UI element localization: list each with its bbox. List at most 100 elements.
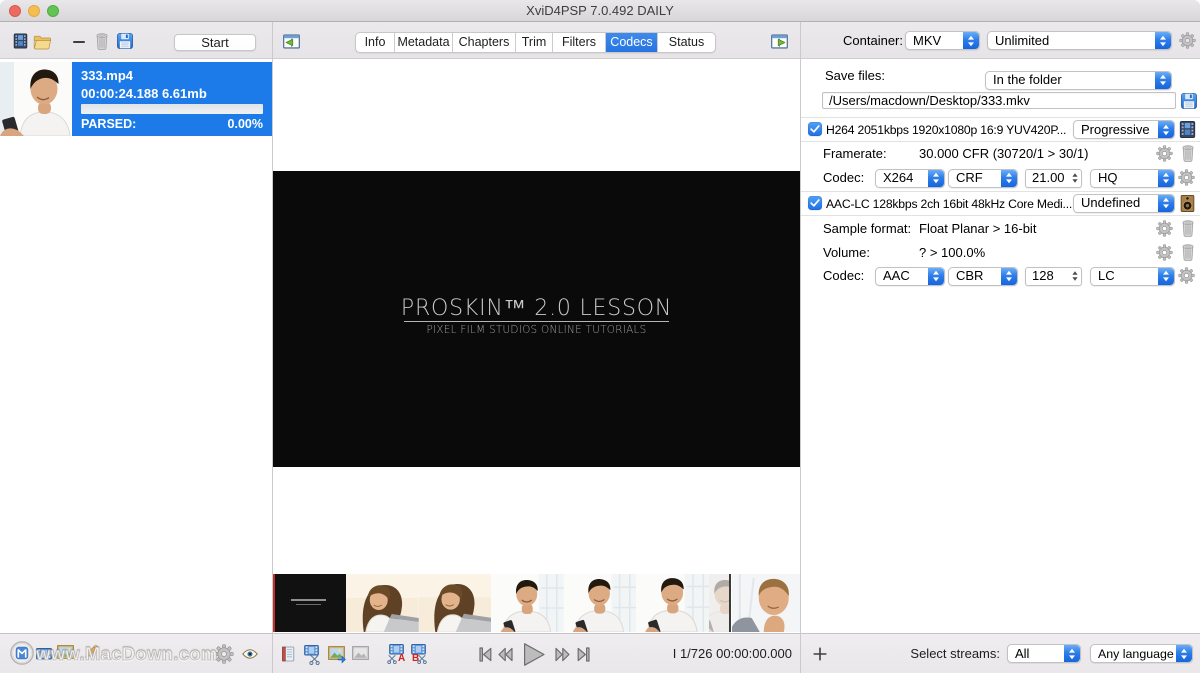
row-separator [801, 141, 1200, 142]
export-frame-icon[interactable] [328, 646, 347, 664]
film-cells-icon[interactable] [36, 648, 52, 660]
tab-status[interactable]: Status [658, 33, 715, 52]
chevrons-icon [1158, 268, 1174, 285]
save-path-field[interactable]: /Users/macdown/Desktop/333.mkv [822, 92, 1176, 109]
video-rate-mode-select[interactable]: CRF [948, 169, 1018, 188]
framerate-value: 30.000 CFR (30720/1 > 30/1) [919, 146, 1088, 162]
save-icon[interactable] [117, 33, 133, 49]
parse-status-value: 0.00% [228, 117, 263, 131]
skip-end-icon[interactable] [577, 647, 590, 662]
row-separator [801, 191, 1200, 192]
filmstrip-thumb-man[interactable] [491, 574, 564, 632]
framerate-trash-icon[interactable] [1181, 145, 1195, 162]
filmstrip-thumb-partial[interactable] [709, 574, 730, 632]
audio-codec-gear-icon[interactable] [1178, 267, 1195, 284]
audio-rate-value-stepper[interactable]: 128 [1025, 267, 1082, 286]
hide-left-panel-icon[interactable] [283, 34, 300, 49]
play-icon[interactable] [523, 642, 546, 667]
tab-info[interactable]: Info [356, 33, 395, 52]
sample-format-gear-icon[interactable] [1156, 220, 1173, 237]
trim-b-icon[interactable]: B [409, 644, 428, 666]
save-files-label: Save files: [825, 68, 885, 84]
filmstrip-thumb-title-card[interactable] [274, 574, 347, 632]
streams-select[interactable]: All [1007, 644, 1081, 663]
right-panel-divider [800, 22, 801, 673]
add-stream-icon[interactable] [812, 646, 828, 662]
video-title-underline [404, 321, 669, 322]
sample-format-value: Float Planar > 16-bit [919, 221, 1036, 237]
tab-trim[interactable]: Trim [516, 33, 553, 52]
video-codec-select[interactable]: X264 [875, 169, 945, 188]
next-frame-icon[interactable] [555, 647, 570, 662]
file-meta: 00:00:24.188 6.61mb [81, 86, 207, 101]
tab-filters[interactable]: Filters [553, 33, 606, 52]
audio-language-select[interactable]: Undefined [1073, 194, 1175, 213]
audio-profile-select[interactable]: LC [1090, 267, 1175, 286]
trim-a-icon[interactable]: A [387, 644, 406, 666]
start-button[interactable]: Start [174, 34, 256, 51]
picture-icon[interactable] [57, 645, 74, 659]
save-mode-select[interactable]: In the folder [985, 71, 1172, 90]
trim-film-icon[interactable] [304, 645, 322, 665]
sample-format-trash-icon[interactable] [1181, 220, 1195, 237]
audio-codec-label: Codec: [823, 268, 864, 284]
container-gear-icon[interactable] [1179, 32, 1196, 49]
volume-value: ? > 100.0% [919, 245, 985, 261]
hide-right-panel-icon[interactable] [771, 34, 788, 49]
chevrons-icon [1001, 170, 1017, 187]
filmstrip-thumb-man-closeup[interactable] [732, 574, 801, 632]
prev-frame-icon[interactable] [498, 647, 513, 662]
trash-icon[interactable] [95, 33, 109, 50]
filmstrip-playhead [273, 574, 275, 632]
remove-file-icon[interactable] [73, 41, 86, 44]
chevrons-icon [1064, 645, 1080, 662]
save-path-icon[interactable] [1181, 93, 1197, 109]
tab-metadata[interactable]: Metadata [395, 33, 453, 52]
container-select[interactable]: MKV [905, 31, 980, 50]
chevrons-icon [1155, 72, 1171, 89]
filmstrip-thumb-man[interactable] [564, 574, 637, 632]
playback-position: I 1/726 00:00:00.000 [640, 634, 792, 673]
audio-rate-mode-select[interactable]: CBR [948, 267, 1018, 286]
video-quality-select[interactable]: HQ [1090, 169, 1175, 188]
filmstrip[interactable] [273, 574, 800, 632]
settings-gear-icon[interactable] [214, 644, 234, 664]
spinner-arrows-icon[interactable] [1068, 170, 1081, 187]
skip-start-icon[interactable] [479, 647, 492, 662]
chevrons-icon [1158, 170, 1174, 187]
video-stream-checkbox[interactable] [808, 122, 822, 136]
add-video-icon[interactable] [13, 33, 28, 49]
log-book-icon[interactable] [280, 646, 296, 662]
file-name: 333.mp4 [81, 68, 133, 83]
pencil-icon[interactable] [83, 644, 99, 660]
filmstrip-thumb-woman[interactable] [346, 574, 419, 632]
audio-stream-icon [1179, 195, 1196, 212]
preset-select[interactable]: Unlimited [987, 31, 1172, 50]
filmstrip-thumb-man[interactable] [636, 574, 709, 632]
framerate-gear-icon[interactable] [1156, 145, 1173, 162]
main-area: 333.mp4 00:00:24.188 6.61mb PARSED: 0.00… [0, 60, 1200, 633]
title-bar: XviD4PSP 7.0.492 DAILY [0, 0, 1200, 22]
file-list-item[interactable]: 333.mp4 00:00:24.188 6.61mb PARSED: 0.00… [0, 62, 272, 136]
tab-chapters[interactable]: Chapters [453, 33, 516, 52]
volume-gear-icon[interactable] [1156, 244, 1173, 261]
language-select[interactable]: Any language [1090, 644, 1193, 663]
video-codec-gear-icon[interactable] [1178, 169, 1195, 186]
video-scan-select[interactable]: Progressive [1073, 120, 1175, 139]
tab-bar: InfoMetadataChaptersTrimFiltersCodecsSta… [355, 32, 716, 53]
spinner-arrows-icon[interactable] [1068, 268, 1081, 285]
chevrons-icon [1158, 121, 1174, 138]
frame-disabled-icon[interactable] [352, 646, 369, 660]
video-rate-value-stepper[interactable]: 21.00 [1025, 169, 1082, 188]
eye-icon[interactable] [242, 649, 258, 659]
audio-codec-select[interactable]: AAC [875, 267, 945, 286]
video-preview[interactable]: PROSKIN™ 2.0 LESSON PIXEL FILM STUDIOS O… [273, 171, 800, 467]
audio-stream-checkbox[interactable] [808, 196, 822, 210]
title-card-graphic [274, 574, 347, 632]
video-title-text: PROSKIN™ 2.0 LESSON [273, 295, 800, 321]
video-stream-icon [1179, 121, 1196, 138]
filmstrip-thumb-woman[interactable] [419, 574, 492, 632]
volume-trash-icon[interactable] [1181, 244, 1195, 261]
open-folder-icon[interactable] [33, 35, 52, 50]
tab-codecs[interactable]: Codecs [606, 33, 658, 52]
